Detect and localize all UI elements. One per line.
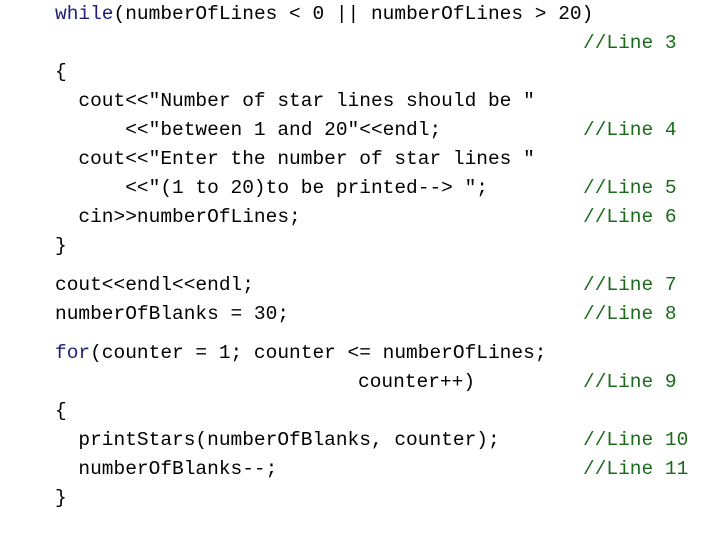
- line-blanks-30-body: numberOfBlanks = 30;: [55, 303, 290, 325]
- line-open-brace-1-body: {: [55, 61, 67, 83]
- line-open-brace-1-text: {: [55, 58, 67, 87]
- line-blanks-30-text: numberOfBlanks = 30;: [55, 300, 289, 329]
- line-cin-comment: //Line 6: [583, 206, 677, 228]
- line-cout-enter-body: cout<<"Enter the number of star lines ": [55, 148, 535, 170]
- line-printed-body: <<"(1 to 20)to be printed--> ";: [55, 177, 488, 199]
- line-cout-number-text: cout<<"Number of star lines should be ": [55, 87, 535, 116]
- line-blanks-30: numberOfBlanks = 30; //Line 8: [0, 300, 720, 329]
- line-blanks-dec-comment: //Line 11: [583, 458, 689, 480]
- line-cout-enter-text: cout<<"Enter the number of star lines ": [55, 145, 535, 174]
- line-printstars: printStars(numberOfBlanks, counter); //Li…: [0, 426, 720, 455]
- code-listing: while(numberOfLines < 0 || numberOfLines…: [0, 0, 720, 540]
- line-blanks-30-comment: //Line 8: [583, 303, 677, 325]
- line-cout-endl-body: cout<<endl<<endl;: [55, 274, 254, 296]
- line-printed-text: <<"(1 to 20)to be printed--> ";: [55, 174, 488, 203]
- line-cout-endl: cout<<endl<<endl; //Line 7: [0, 271, 720, 300]
- line-open-brace-2-body: {: [55, 400, 67, 422]
- line-while-keyword: while: [55, 3, 114, 25]
- line-blanks-dec-body: numberOfBlanks--;: [55, 458, 278, 480]
- line-close-brace-1: }: [0, 232, 720, 261]
- line-for-text: for(counter = 1; counter <= numberOfLine…: [55, 339, 546, 368]
- line-between-text: <<"between 1 and 20"<<endl;: [55, 116, 441, 145]
- line-counter-inc: counter++) //Line 9: [0, 368, 720, 397]
- line-close-brace-1-body: }: [55, 235, 67, 257]
- line-open-brace-1: {: [0, 58, 720, 87]
- line-between-comment: //Line 4: [583, 119, 677, 141]
- line-for: for(counter = 1; counter <= numberOfLine…: [0, 339, 720, 368]
- line-printstars-comment: //Line 10: [583, 429, 689, 451]
- line-close-brace-1-text: }: [55, 232, 67, 261]
- line-while-body: (numberOfLines < 0 || numberOfLines > 20…: [113, 3, 594, 25]
- line-blanks-dec: numberOfBlanks--; //Line 11: [0, 455, 720, 484]
- line-counter-inc-body: counter++): [358, 371, 476, 393]
- line-printstars-text: printStars(numberOfBlanks, counter);: [55, 426, 500, 455]
- line-cin-body: cin>>numberOfLines;: [55, 206, 301, 228]
- line-cout-endl-text: cout<<endl<<endl;: [55, 271, 254, 300]
- line-cout-endl-comment: //Line 7: [583, 274, 677, 296]
- line-open-brace-2: {: [0, 397, 720, 426]
- line-between: <<"between 1 and 20"<<endl; //Line 4: [0, 116, 720, 145]
- line-close-brace-2: }: [0, 484, 720, 513]
- line-for-body: (counter = 1; counter <= numberOfLines;: [90, 342, 547, 364]
- line-between-body: <<"between 1 and 20"<<endl;: [55, 119, 442, 141]
- line-printed-comment: //Line 5: [583, 177, 677, 199]
- line-cout-number: cout<<"Number of star lines should be ": [0, 87, 720, 116]
- line-while: while(numberOfLines < 0 || numberOfLines…: [0, 0, 720, 29]
- line-cin: cin>>numberOfLines; //Line 6: [0, 203, 720, 232]
- line-for-keyword: for: [55, 342, 91, 364]
- line-cout-number-body: cout<<"Number of star lines should be ": [55, 90, 535, 112]
- line-printstars-body: printStars(numberOfBlanks, counter);: [55, 429, 500, 451]
- line-comment-3-comment: //Line 3: [583, 32, 677, 54]
- line-close-brace-2-text: }: [55, 484, 67, 513]
- line-blanks-dec-text: numberOfBlanks--;: [55, 455, 277, 484]
- line-counter-inc-text: counter++): [358, 368, 475, 397]
- line-close-brace-2-body: }: [55, 487, 67, 509]
- line-printed: <<"(1 to 20)to be printed--> "; //Line 5: [0, 174, 720, 203]
- line-comment-3: //Line 3: [0, 29, 720, 58]
- line-cin-text: cin>>numberOfLines;: [55, 203, 301, 232]
- line-while-text: while(numberOfLines < 0 || numberOfLines…: [55, 0, 593, 29]
- line-open-brace-2-text: {: [55, 397, 67, 426]
- line-counter-inc-comment: //Line 9: [583, 371, 677, 393]
- line-cout-enter: cout<<"Enter the number of star lines ": [0, 145, 720, 174]
